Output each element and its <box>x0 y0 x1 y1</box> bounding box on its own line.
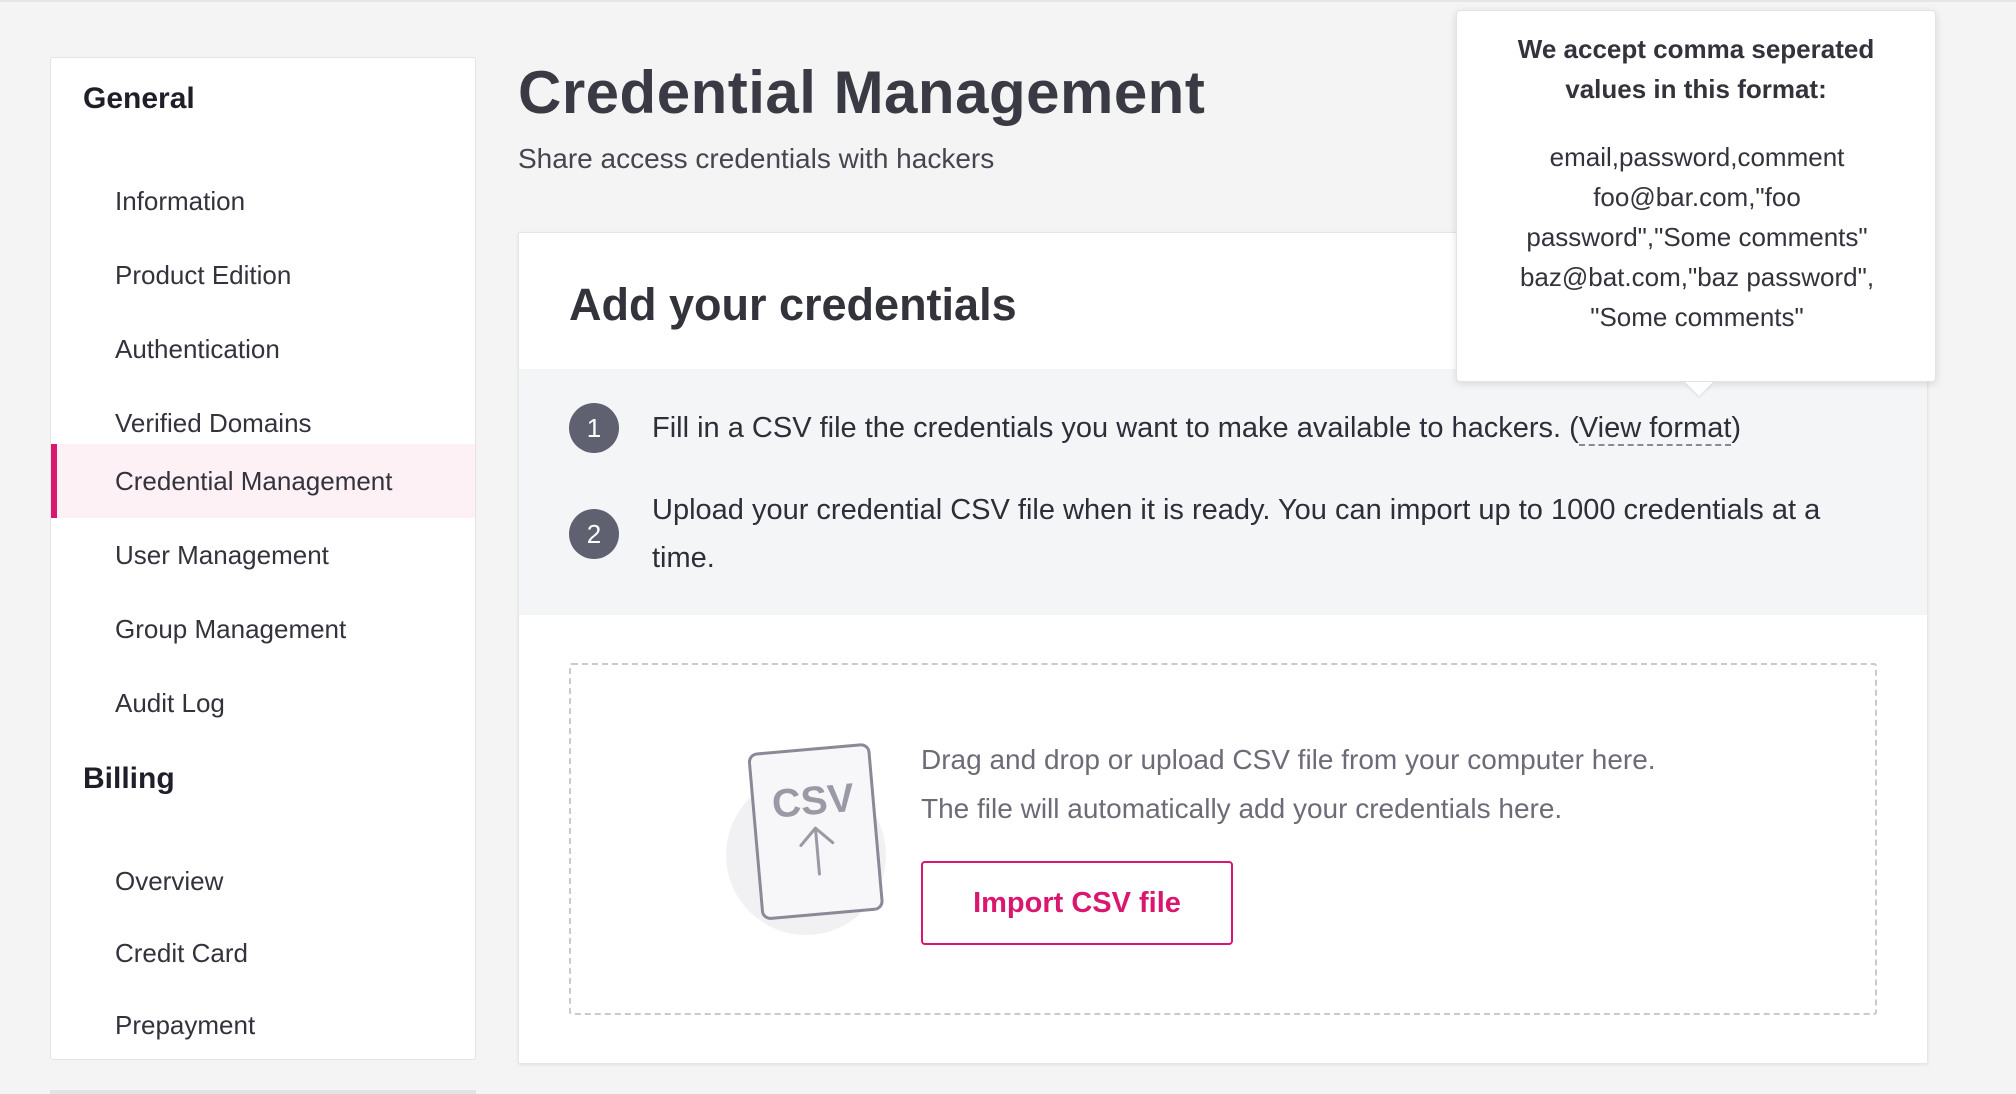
csv-upload-icon: CSV <box>726 743 886 935</box>
step-1-text-main: Fill in a CSV file the credentials you w… <box>652 412 1579 444</box>
sidebar-item-group-management[interactable]: Group Management <box>51 592 475 666</box>
tooltip-line: foo@bar.com,"foo password","Some comment… <box>1526 182 1868 252</box>
tooltip-format-example: email,password,comment foo@bar.com,"foo … <box>1497 137 1897 337</box>
page-subtitle: Share access credentials with hackers <box>518 143 995 174</box>
settings-sidebar: General Information Product Edition Auth… <box>50 57 476 1060</box>
page-title: Credential Management <box>518 59 1206 126</box>
sidebar-item-product-edition[interactable]: Product Edition <box>51 238 475 312</box>
sidebar-item-prepayment[interactable]: Prepayment <box>51 988 475 1062</box>
tooltip-line: baz@bat.com,"baz password", "Some commen… <box>1519 262 1875 332</box>
sidebar-item-overview[interactable]: Overview <box>51 844 475 918</box>
view-format-link[interactable]: View format <box>1578 412 1732 446</box>
sidebar-item-audit-log[interactable]: Audit Log <box>51 666 475 740</box>
tooltip-title: We accept comma seperated values in this… <box>1517 34 1875 104</box>
steps-panel: 1 Fill in a CSV file the credentials you… <box>519 369 1927 615</box>
dropzone-instructions: Drag and drop or upload CSV file from yo… <box>921 735 1656 833</box>
step-2-text: Upload your credential CSV file when it … <box>652 494 1821 574</box>
dropzone-line-1: Drag and drop or upload CSV file from yo… <box>921 744 1656 775</box>
tooltip-line: email,password,comment <box>1549 142 1845 172</box>
sidebar-section-billing: Billing <box>83 762 175 795</box>
csv-icon-label: CSV <box>770 776 856 827</box>
import-csv-button[interactable]: Import CSV file <box>921 861 1233 945</box>
card-title: Add your credentials <box>569 279 1017 330</box>
step-1-text: Fill in a CSV file the credentials you w… <box>652 404 1872 452</box>
sidebar-item-authentication[interactable]: Authentication <box>51 312 475 386</box>
view-format-tooltip: We accept comma seperated values in this… <box>1456 10 1936 396</box>
sidebar-item-credit-card[interactable]: Credit Card <box>51 916 475 990</box>
tooltip-arrow <box>1685 382 1713 396</box>
dropzone-line-2: The file will automatically add your cre… <box>921 793 1563 824</box>
sidebar-item-user-management[interactable]: User Management <box>51 518 475 592</box>
step-1-text-suffix: ) <box>1731 412 1742 444</box>
csv-dropzone[interactable]: CSV Drag and drop or upload CSV file fro… <box>569 663 1877 1015</box>
sidebar-next-panel-edge <box>50 1090 476 1094</box>
sidebar-item-information[interactable]: Information <box>51 164 475 238</box>
top-divider <box>0 0 2016 2</box>
step-1-badge: 1 <box>569 403 619 453</box>
sidebar-item-credential-management[interactable]: Credential Management <box>51 444 475 518</box>
sidebar-section-general: General <box>83 82 195 115</box>
step-2-badge: 2 <box>569 509 619 559</box>
